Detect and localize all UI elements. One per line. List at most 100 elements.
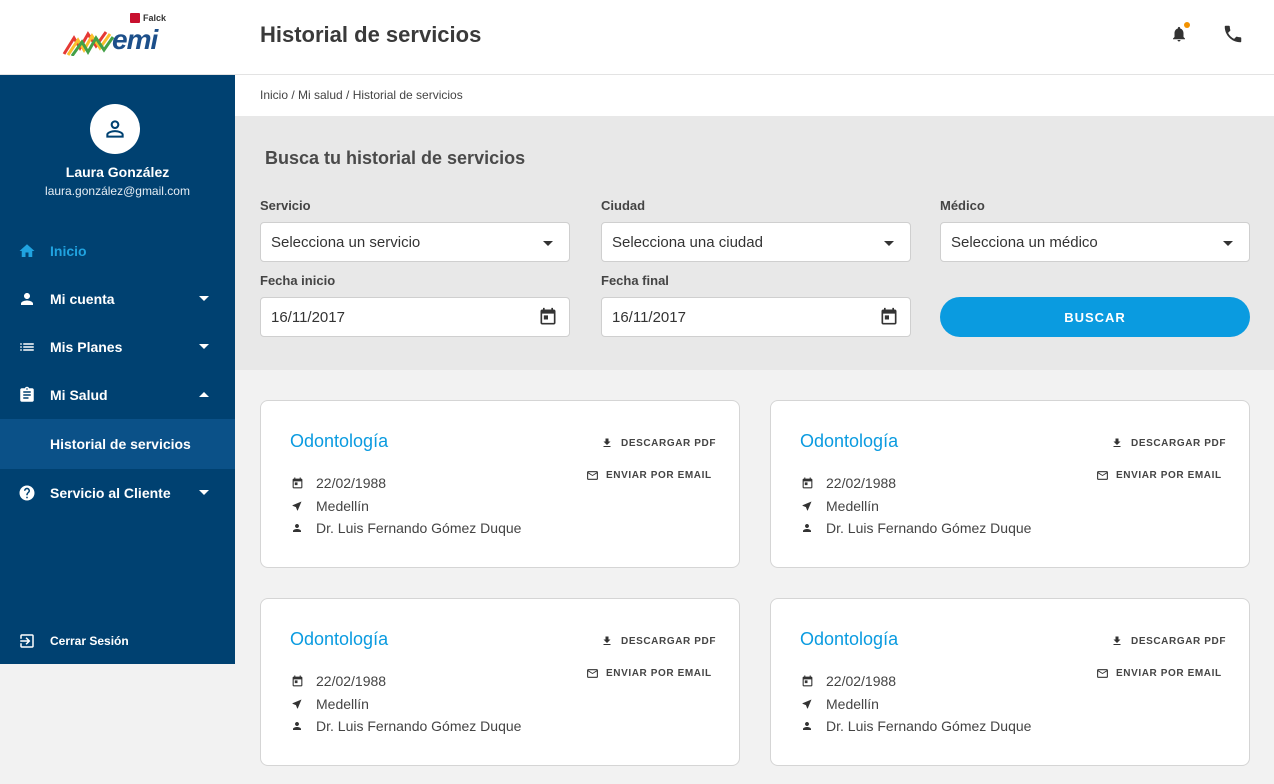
send-email-label: ENVIAR POR EMAIL	[1116, 667, 1222, 679]
download-pdf-button[interactable]: DESCARGAR PDF	[600, 436, 716, 450]
chevron-up-icon	[199, 392, 209, 397]
logout-icon	[18, 632, 36, 650]
search-panel: Busca tu historial de servicios Servicio…	[235, 116, 1274, 370]
send-email-button[interactable]: ENVIAR POR EMAIL	[1095, 666, 1222, 680]
calendar-icon[interactable]	[879, 307, 899, 327]
download-pdf-label: DESCARGAR PDF	[1131, 635, 1227, 647]
location-arrow-icon	[290, 697, 304, 711]
service-doctor-value: Dr. Luis Fernando Gómez Duque	[826, 520, 1032, 536]
clipboard-icon	[18, 386, 36, 404]
emi-logo[interactable]: Falck emi	[60, 12, 170, 60]
calendar-icon	[290, 476, 304, 490]
top-header: Falck emi Historial de servicios	[0, 0, 1274, 75]
sidebar-item-mi-salud[interactable]: Mi Salud	[0, 371, 235, 419]
service-doctor-value: Dr. Luis Fernando Gómez Duque	[316, 520, 522, 536]
download-icon	[1110, 436, 1124, 450]
send-email-button[interactable]: ENVIAR POR EMAIL	[1095, 468, 1222, 482]
person-icon	[800, 521, 814, 535]
servicio-select[interactable]: Selecciona un servicio	[260, 222, 570, 262]
sidebar-item-servicio-cliente[interactable]: Servicio al Cliente	[0, 469, 235, 517]
service-title[interactable]: Odontología	[290, 629, 388, 650]
calendar-icon	[800, 674, 814, 688]
service-date-value: 22/02/1988	[826, 475, 897, 491]
send-email-button[interactable]: ENVIAR POR EMAIL	[585, 666, 712, 680]
calendar-icon[interactable]	[538, 307, 558, 327]
medico-select[interactable]: Selecciona un médico	[940, 222, 1250, 262]
logout-button[interactable]: Cerrar Sesión	[18, 632, 129, 650]
service-date-value: 22/02/1988	[316, 475, 387, 491]
sidebar-item-mis-planes[interactable]: Mis Planes	[0, 323, 235, 371]
service-city-value: Medellín	[316, 498, 369, 514]
download-pdf-label: DESCARGAR PDF	[1131, 437, 1227, 449]
calendar-icon	[800, 476, 814, 490]
service-card: Odontología DESCARGAR PDF ENVIAR POR EMA…	[770, 400, 1250, 568]
falck-label: Falck	[143, 13, 167, 23]
download-pdf-button[interactable]: DESCARGAR PDF	[600, 634, 716, 648]
calendar-icon	[290, 674, 304, 688]
download-icon	[1110, 634, 1124, 648]
download-pdf-button[interactable]: DESCARGAR PDF	[1110, 436, 1226, 450]
person-icon	[800, 719, 814, 733]
fecha-final-field[interactable]: 16/11/2017	[601, 297, 911, 337]
mail-icon	[585, 468, 599, 482]
service-card: Odontología DESCARGAR PDF ENVIAR POR EMA…	[770, 598, 1250, 766]
notification-dot	[1184, 22, 1190, 28]
service-city: Medellín	[290, 696, 369, 712]
person-icon	[290, 719, 304, 733]
service-city: Medellín	[800, 498, 879, 514]
call-button[interactable]	[1221, 22, 1245, 46]
service-title[interactable]: Odontología	[800, 629, 898, 650]
logout-label: Cerrar Sesión	[50, 634, 129, 648]
mail-icon	[585, 666, 599, 680]
person-icon	[18, 290, 36, 308]
notifications-button[interactable]	[1167, 22, 1191, 46]
service-date-value: 22/02/1988	[826, 673, 897, 689]
servicio-value: Selecciona un servicio	[271, 233, 421, 251]
home-icon	[18, 242, 36, 260]
service-doctor: Dr. Luis Fernando Gómez Duque	[800, 718, 1031, 734]
search-title: Busca tu historial de servicios	[265, 148, 526, 168]
service-city: Medellín	[800, 696, 879, 712]
breadcrumb[interactable]: Inicio / Mi salud / Historial de servici…	[260, 88, 463, 102]
ciudad-label: Ciudad	[601, 198, 646, 213]
mail-icon	[1095, 666, 1109, 680]
service-title[interactable]: Odontología	[800, 431, 898, 452]
person-icon	[290, 521, 304, 535]
fecha-inicio-value: 16/11/2017	[271, 308, 345, 326]
service-title[interactable]: Odontología	[290, 431, 388, 452]
buscar-button[interactable]: BUSCAR	[940, 297, 1250, 337]
sidebar-item-inicio[interactable]: Inicio	[0, 227, 235, 275]
sidebar-item-label: Mi Salud	[50, 387, 108, 403]
ciudad-select[interactable]: Selecciona una ciudad	[601, 222, 911, 262]
user-icon	[106, 120, 124, 138]
service-date: 22/02/1988	[800, 673, 896, 689]
service-date: 22/02/1988	[290, 673, 386, 689]
service-doctor: Dr. Luis Fernando Gómez Duque	[800, 520, 1031, 536]
service-card: Odontología DESCARGAR PDF ENVIAR POR EMA…	[260, 400, 740, 568]
user-email: laura.gonzález@gmail.com	[45, 184, 190, 198]
service-doctor-value: Dr. Luis Fernando Gómez Duque	[316, 718, 522, 734]
service-city-value: Medellín	[826, 696, 879, 712]
service-doctor-value: Dr. Luis Fernando Gómez Duque	[826, 718, 1032, 734]
dropdown-arrow-icon	[884, 241, 894, 246]
service-date: 22/02/1988	[800, 475, 896, 491]
fecha-inicio-field[interactable]: 16/11/2017	[260, 297, 570, 337]
chevron-down-icon	[199, 344, 209, 349]
sidebar-item-label: Servicio al Cliente	[50, 485, 171, 501]
fecha-final-value: 16/11/2017	[612, 308, 686, 326]
send-email-label: ENVIAR POR EMAIL	[606, 469, 712, 481]
fecha-final-label: Fecha final	[601, 273, 669, 288]
sidebar-item-label: Inicio	[50, 243, 87, 259]
download-pdf-button[interactable]: DESCARGAR PDF	[1110, 634, 1226, 648]
sidebar-item-mi-cuenta[interactable]: Mi cuenta	[0, 275, 235, 323]
sidebar-subitem-historial[interactable]: Historial de servicios	[0, 419, 235, 469]
sidebar-nav: Inicio Mi cuenta Mis Planes Mi Salud His…	[0, 227, 235, 517]
emi-wave-icon	[62, 31, 114, 56]
send-email-button[interactable]: ENVIAR POR EMAIL	[585, 468, 712, 482]
service-city: Medellín	[290, 498, 369, 514]
user-name: Laura González	[65, 164, 170, 180]
sidebar-item-label: Mis Planes	[50, 339, 123, 355]
avatar[interactable]	[90, 104, 140, 154]
service-city-value: Medellín	[316, 696, 369, 712]
sidebar-subitem-label: Historial de servicios	[50, 436, 191, 452]
